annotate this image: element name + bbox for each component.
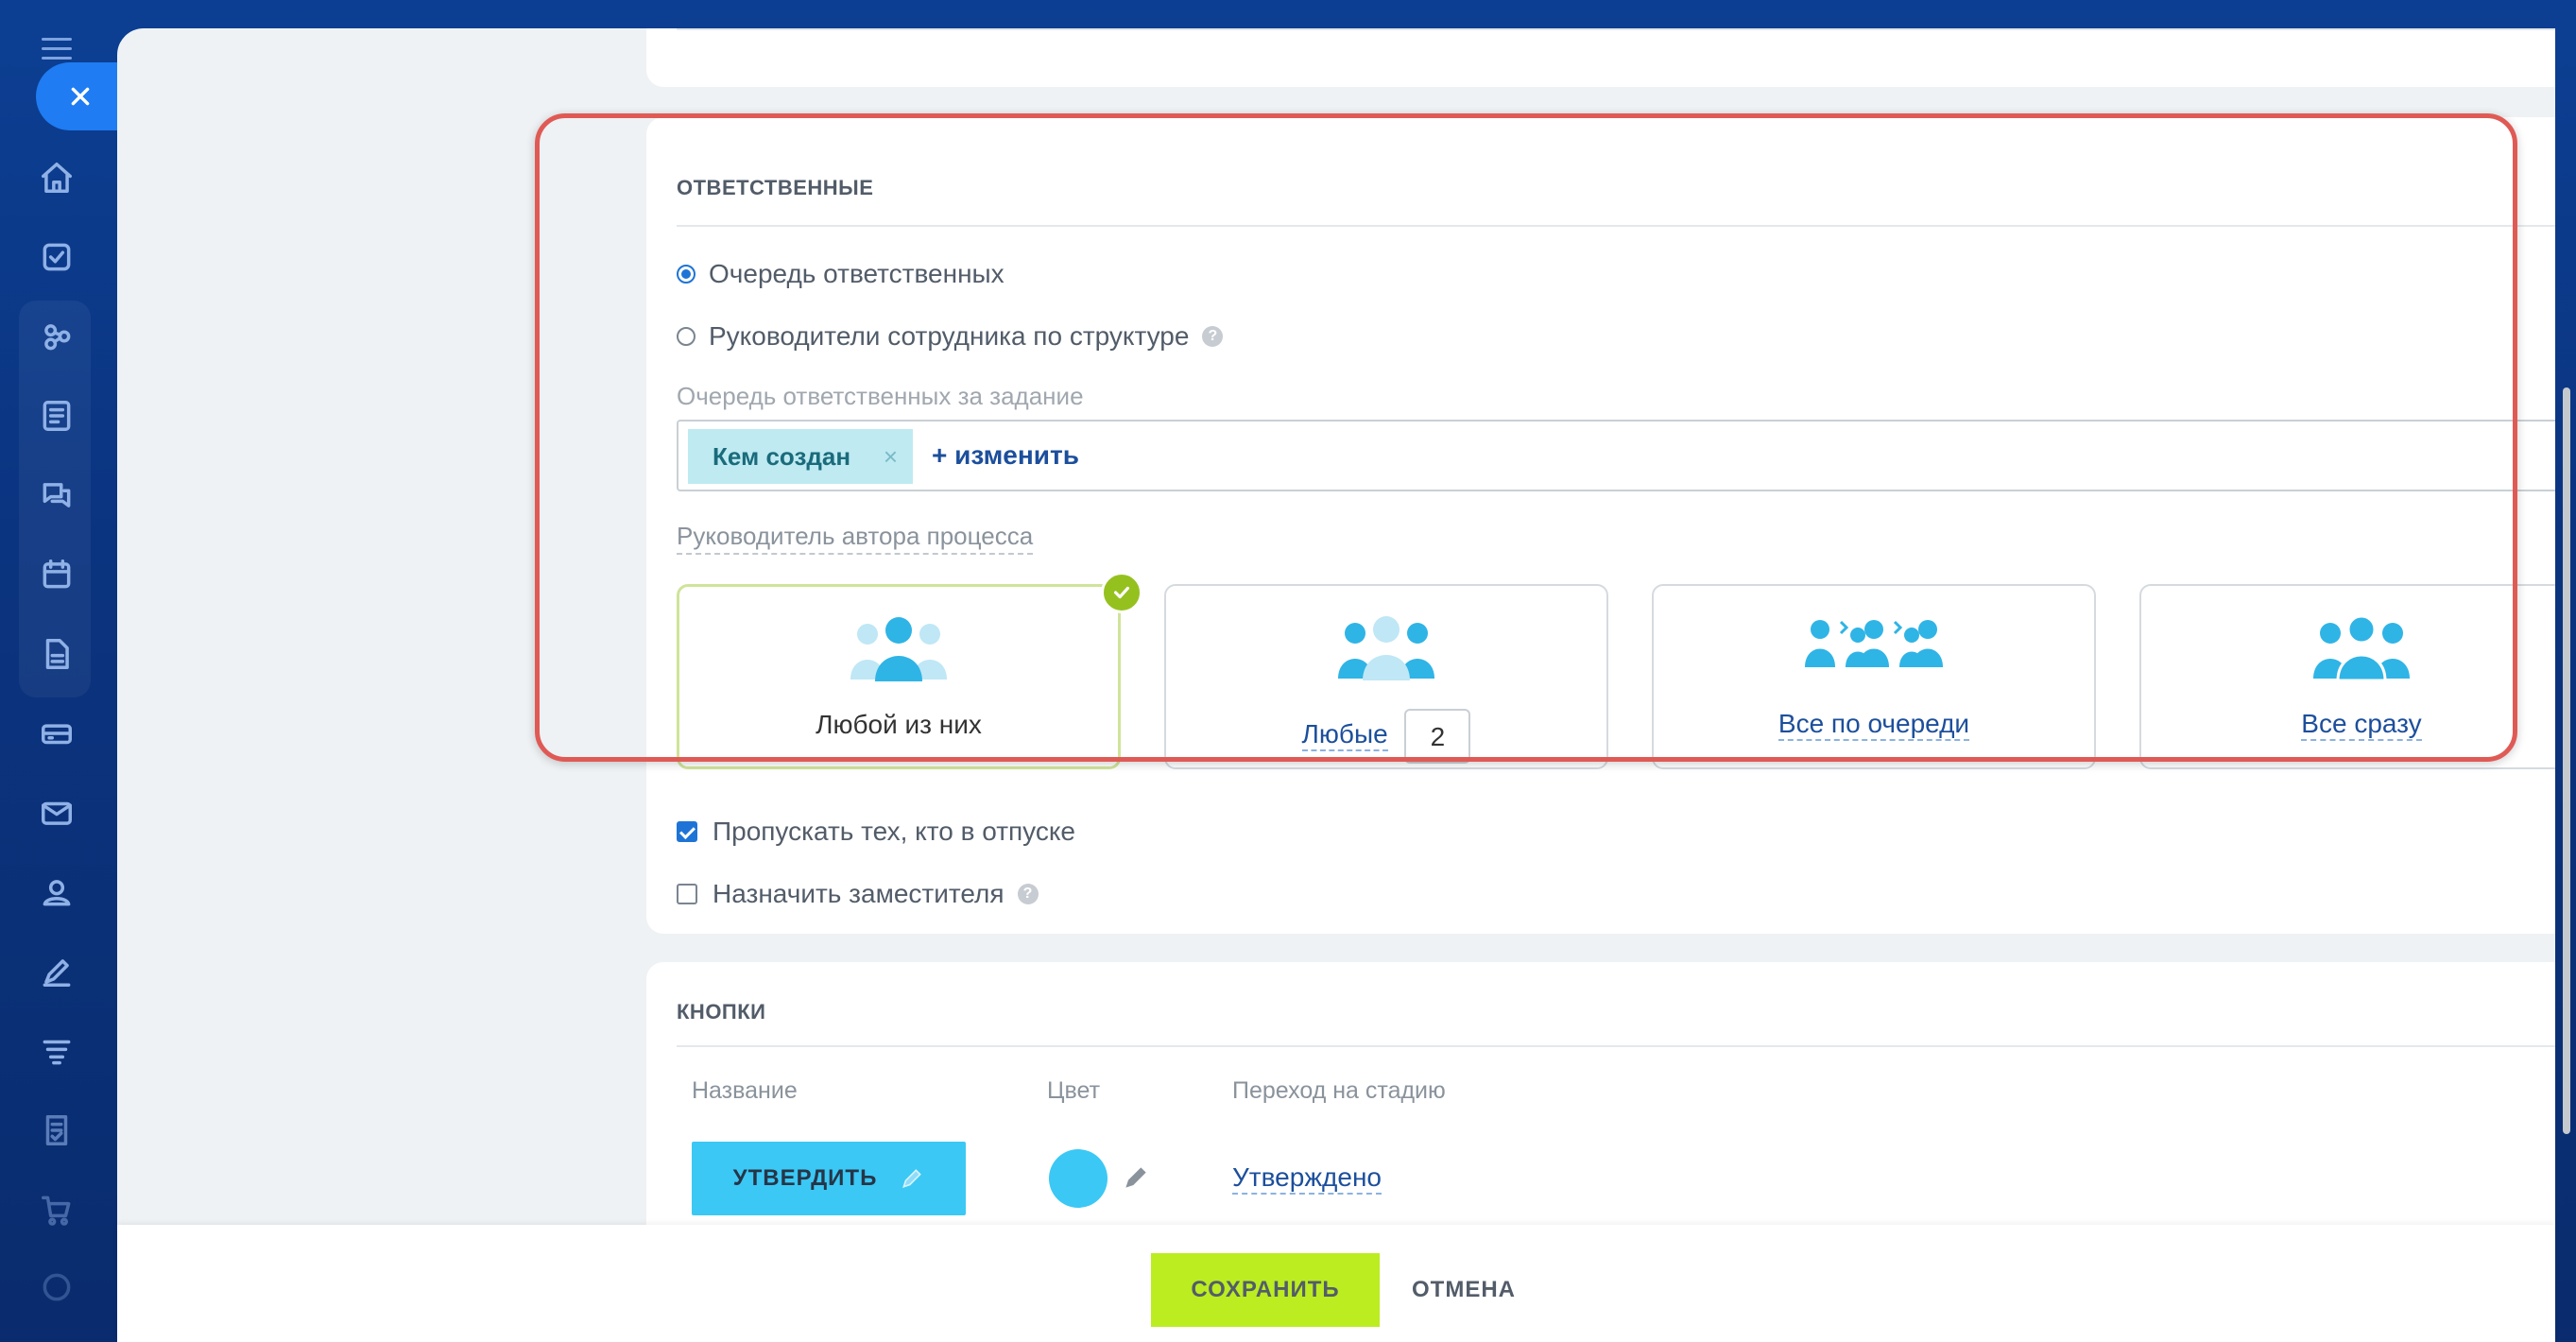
assign-deputy-checkbox[interactable]: Назначить заместителя ? bbox=[677, 879, 1039, 909]
more-icon[interactable] bbox=[36, 1266, 77, 1308]
scrollbar[interactable] bbox=[2563, 387, 2570, 1134]
drive-icon[interactable] bbox=[36, 713, 77, 754]
contacts-icon[interactable] bbox=[36, 871, 77, 913]
pencil-icon[interactable] bbox=[1121, 1162, 1151, 1193]
approve-button[interactable]: УТВЕРДИТЬ bbox=[692, 1142, 966, 1215]
save-button[interactable]: СОХРАНИТЬ bbox=[1151, 1253, 1380, 1327]
cancel-button[interactable]: ОТМЕНА bbox=[1412, 1253, 1516, 1327]
tasks-icon[interactable] bbox=[36, 236, 77, 278]
pencil-icon[interactable] bbox=[900, 1166, 924, 1191]
sign-icon[interactable] bbox=[36, 951, 77, 992]
chat-icon[interactable] bbox=[36, 474, 77, 516]
calendar-icon[interactable] bbox=[36, 554, 77, 595]
close-icon bbox=[71, 87, 90, 106]
previous-section-card bbox=[646, 28, 2555, 87]
column-header-stage: Переход на стадию bbox=[1232, 1077, 1446, 1104]
skip-vacation-checkbox[interactable]: Пропускать тех, кто в отпуске bbox=[677, 817, 1075, 847]
menu-icon[interactable] bbox=[42, 38, 72, 60]
document-icon[interactable] bbox=[36, 633, 77, 675]
footer-bar: СОХРАНИТЬ ОТМЕНА bbox=[117, 1225, 2555, 1342]
left-sidebar bbox=[0, 0, 117, 1342]
crm-icon[interactable] bbox=[36, 316, 77, 357]
close-slider-button[interactable] bbox=[36, 62, 117, 130]
home-icon[interactable] bbox=[36, 157, 77, 198]
highlight-frame bbox=[535, 113, 2517, 762]
checkbox[interactable] bbox=[677, 884, 697, 904]
help-icon[interactable]: ? bbox=[1017, 884, 1039, 904]
shop-icon[interactable] bbox=[36, 1189, 77, 1230]
forms-icon[interactable] bbox=[36, 1110, 77, 1151]
stage-link[interactable]: Утверждено bbox=[1232, 1162, 1382, 1195]
automation-icon[interactable] bbox=[36, 1030, 77, 1072]
feed-icon[interactable] bbox=[36, 395, 77, 437]
column-header-color: Цвет bbox=[1047, 1077, 1101, 1104]
color-swatch[interactable] bbox=[1049, 1149, 1108, 1208]
column-header-name: Название bbox=[692, 1077, 798, 1104]
section-title: КНОПКИ bbox=[677, 1000, 766, 1024]
checkbox[interactable] bbox=[677, 821, 697, 842]
mail-icon[interactable] bbox=[36, 792, 77, 834]
